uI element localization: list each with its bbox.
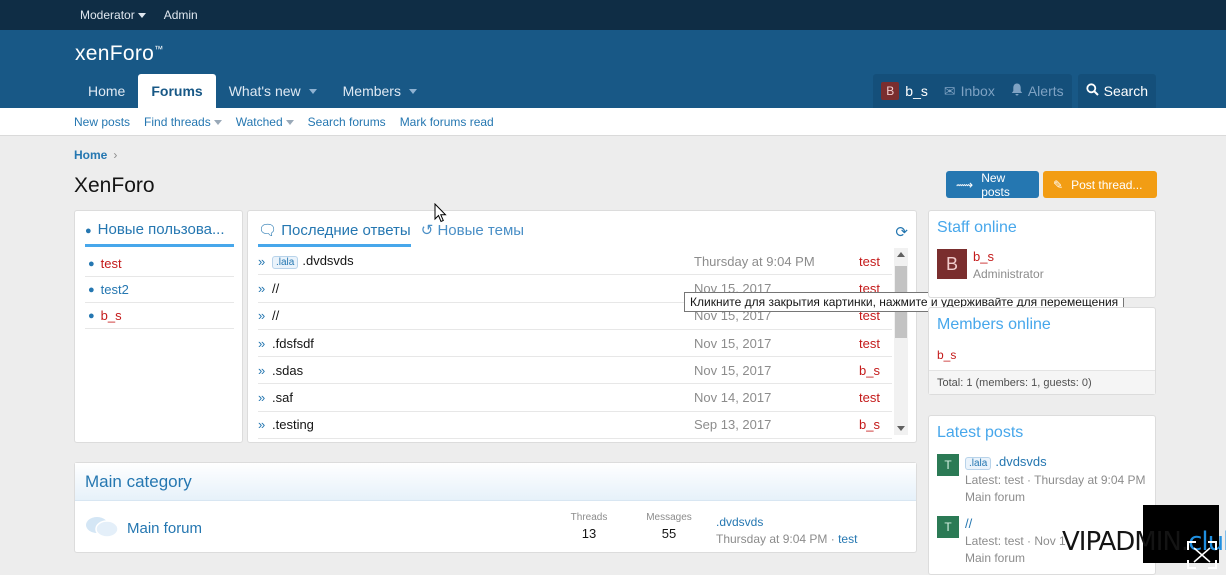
search-group: Search (1077, 74, 1156, 108)
list-item[interactable]: ● b_s (85, 303, 234, 329)
category-title[interactable]: Main category (75, 463, 916, 501)
comments-icon: 🗨︎ (258, 222, 282, 239)
chevron-down-icon[interactable] (308, 88, 317, 94)
avatar: B (881, 82, 900, 100)
site-header: xenForo™ Home Forums What's new Members … (0, 30, 1226, 108)
scroll-down-icon[interactable] (897, 426, 905, 431)
members-online-widget: Members online b_s Total: 1 (members: 1,… (928, 307, 1156, 395)
subnav-mark-read[interactable]: Mark forums read (400, 115, 494, 129)
user-icon: ● (88, 283, 95, 296)
threads-widget: 🗨︎ Последние ответы ↺ Новые темы ⟳ » .lal… (247, 210, 917, 443)
chevron-down-icon[interactable] (408, 88, 417, 94)
members-online-total: Total: 1 (members: 1, guests: 0) (929, 370, 1155, 394)
list-item: T .lala .dvdsvds Latest: test · Thursday … (937, 454, 1146, 504)
table-row[interactable]: » .sdas Nov 15, 2017 b_s (258, 357, 892, 385)
online-member[interactable]: b_s (937, 348, 956, 362)
threads-scrollbar[interactable] (894, 248, 908, 435)
tab-home[interactable]: Home (75, 74, 138, 108)
admin-link[interactable]: Admin (164, 8, 198, 22)
table-row[interactable]: » .saf Nov 14, 2017 test (258, 384, 892, 412)
user-nav: B b_s ✉ Inbox Alerts Search (867, 74, 1156, 108)
tab-recent-replies[interactable]: 🗨︎ Последние ответы (258, 221, 411, 247)
new-users-widget: ● Новые пользова... ● test ● test2 ● b_s (74, 210, 243, 443)
table-row[interactable]: » .lala .dvdsvds Thursday at 9:04 PM test (258, 248, 892, 276)
messages-stat: Messages 55 (646, 512, 692, 541)
mouse-cursor-icon (434, 203, 447, 223)
list-item[interactable]: ● test (85, 251, 234, 277)
double-chevron-icon: » (258, 308, 266, 324)
chevron-down-icon[interactable] (285, 119, 294, 125)
tab-forums[interactable]: Forums (138, 74, 216, 108)
account-group: B b_s ✉ Inbox Alerts (873, 74, 1072, 108)
tab-members[interactable]: Members (330, 74, 430, 108)
forum-last-post: .dvdsvds Thursday at 9:04 PM · test (716, 515, 858, 546)
threads-stat: Threads 13 (570, 512, 608, 541)
edit-icon: ✎ (1053, 177, 1064, 192)
chevron-right-icon: › (113, 148, 118, 162)
double-chevron-icon: » (258, 417, 266, 433)
table-row[interactable]: » .testing Sep 13, 2017 b_s (258, 412, 892, 440)
chevron-down-icon (137, 13, 146, 19)
forum-row: Main forum Threads 13 Messages 55 .dvdsv… (75, 501, 916, 551)
new-users-list: ● test ● test2 ● b_s (85, 251, 234, 329)
forum-bubbles-icon (86, 517, 119, 538)
new-users-title[interactable]: ● Новые пользова... (85, 221, 234, 247)
avatar[interactable]: T (937, 454, 959, 476)
list-item: T // Latest: test · Nov 1 Main forum (937, 516, 1066, 565)
staff-online-title[interactable]: Staff online (929, 211, 1155, 237)
alerts-button[interactable]: Alerts (1003, 74, 1072, 108)
search-button[interactable]: Search (1078, 74, 1156, 108)
subnav-new-posts[interactable]: New posts (74, 115, 130, 129)
staff-member: B b_s Administrator (937, 249, 1044, 281)
tab-new-threads[interactable]: ↺ Новые темы (421, 221, 524, 247)
table-row[interactable]: » .fdsfsdf Nov 15, 2017 test (258, 330, 892, 358)
latest-posts-title[interactable]: Latest posts (929, 416, 1155, 442)
bolt-icon: ⟿ (956, 177, 974, 192)
search-icon (1086, 83, 1099, 99)
post-thread-button[interactable]: ✎ Post thread... (1043, 171, 1157, 198)
forum-title[interactable]: Main forum (127, 520, 202, 537)
user-icon: ● (88, 309, 95, 322)
envelope-icon: ✉ (943, 82, 956, 99)
admin-bar: Moderator Admin (0, 0, 1226, 30)
refresh-icon[interactable]: ⟳ (895, 223, 908, 241)
expand-icon (1187, 541, 1217, 569)
new-posts-button[interactable]: ⟿ New posts (946, 171, 1039, 199)
threads-tabs: 🗨︎ Последние ответы ↺ Новые темы (258, 221, 534, 247)
double-chevron-icon: » (258, 335, 266, 351)
moderator-menu[interactable]: Moderator (80, 8, 146, 22)
sub-nav: New posts Find threads Watched Search fo… (0, 108, 1226, 136)
inbox-button[interactable]: ✉ Inbox (936, 74, 1003, 108)
chevron-down-icon[interactable] (213, 119, 222, 125)
list-item[interactable]: ● test2 (85, 277, 234, 303)
user-icon: ● (85, 225, 92, 237)
bell-icon (1011, 83, 1023, 99)
staff-online-widget: Staff online B b_s Administrator (928, 210, 1156, 298)
thread-prefix: .lala (965, 457, 992, 470)
subnav-find-threads[interactable]: Find threads (144, 115, 222, 129)
breadcrumb-home[interactable]: Home (74, 148, 107, 162)
history-icon: ↺ (420, 222, 438, 239)
scroll-up-icon[interactable] (897, 252, 905, 257)
double-chevron-icon: » (258, 280, 266, 296)
subnav-search-forums[interactable]: Search forums (308, 115, 386, 129)
account-menu[interactable]: B b_s (873, 74, 936, 108)
thread-prefix: .lala (272, 256, 299, 270)
page-title: XenForo (74, 174, 155, 197)
double-chevron-icon: » (258, 390, 266, 406)
avatar[interactable]: T (937, 516, 959, 538)
main-nav: Home Forums What's new Members (75, 74, 430, 108)
site-logo[interactable]: xenForo™ (75, 42, 163, 66)
double-chevron-icon: » (258, 362, 266, 378)
category-block: Main category Main forum Threads 13 Mess… (74, 462, 917, 553)
members-online-title[interactable]: Members online (929, 308, 1155, 334)
threads-list: » .lala .dvdsvds Thursday at 9:04 PM test » /… (258, 248, 892, 440)
avatar[interactable]: B (937, 249, 967, 279)
user-icon: ● (88, 257, 95, 270)
breadcrumb: Home › (74, 148, 117, 162)
subnav-watched[interactable]: Watched (236, 115, 294, 129)
tab-whats-new[interactable]: What's new (216, 74, 330, 108)
double-chevron-icon: » (258, 253, 266, 269)
